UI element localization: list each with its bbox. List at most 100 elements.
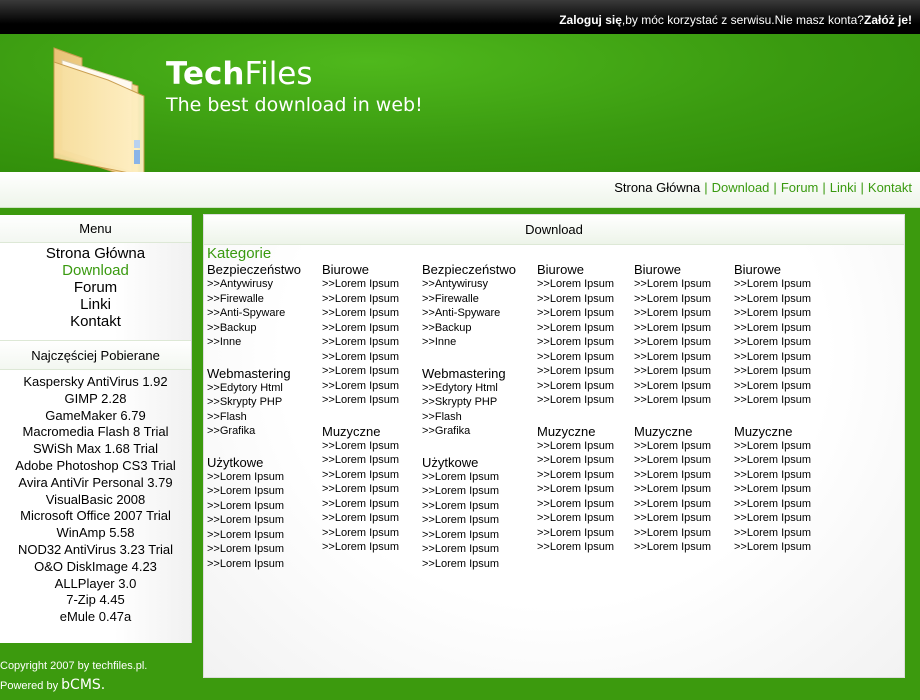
category-link[interactable]: >>Lorem Ipsum bbox=[734, 468, 811, 483]
side-menu-item-4[interactable]: Kontakt bbox=[0, 313, 191, 330]
category-link[interactable]: >>Inne bbox=[207, 335, 301, 350]
category-link[interactable]: >>Lorem Ipsum bbox=[734, 511, 811, 526]
category-link[interactable]: >>Lorem Ipsum bbox=[537, 511, 614, 526]
category-link[interactable]: >>Lorem Ipsum bbox=[207, 513, 301, 528]
nav-link-2[interactable]: Forum bbox=[781, 180, 819, 195]
category-link[interactable]: >>Lorem Ipsum bbox=[634, 453, 711, 468]
category-link[interactable]: >>Grafika bbox=[207, 424, 301, 439]
category-link[interactable]: >>Lorem Ipsum bbox=[734, 306, 811, 321]
category-link[interactable]: >>Skrypty PHP bbox=[422, 395, 516, 410]
side-menu-item-0[interactable]: Strona Główna bbox=[0, 245, 191, 262]
category-link[interactable]: >>Edytory Html bbox=[207, 381, 301, 396]
register-link[interactable]: Załóż je! bbox=[864, 13, 912, 27]
popular-item[interactable]: GameMaker 6.79 bbox=[0, 408, 191, 425]
category-link[interactable]: >>Lorem Ipsum bbox=[422, 484, 516, 499]
category-link[interactable]: >>Lorem Ipsum bbox=[537, 526, 614, 541]
category-link[interactable]: >>Lorem Ipsum bbox=[537, 379, 614, 394]
category-link[interactable]: >>Lorem Ipsum bbox=[734, 292, 811, 307]
category-link[interactable]: >>Lorem Ipsum bbox=[207, 499, 301, 514]
popular-item[interactable]: Avira AntiVir Personal 3.79 bbox=[0, 475, 191, 492]
nav-link-4[interactable]: Kontakt bbox=[868, 180, 912, 195]
category-link[interactable]: >>Lorem Ipsum bbox=[734, 439, 811, 454]
category-link[interactable]: >>Lorem Ipsum bbox=[537, 292, 614, 307]
login-link[interactable]: Zaloguj się bbox=[559, 13, 622, 27]
category-link[interactable]: >>Lorem Ipsum bbox=[322, 497, 399, 512]
category-link[interactable]: >>Lorem Ipsum bbox=[322, 511, 399, 526]
popular-item[interactable]: Microsoft Office 2007 Trial bbox=[0, 508, 191, 525]
nav-link-3[interactable]: Linki bbox=[830, 180, 857, 195]
category-link[interactable]: >>Antywirusy bbox=[207, 277, 301, 292]
category-link[interactable]: >>Antywirusy bbox=[422, 277, 516, 292]
category-link[interactable]: >>Lorem Ipsum bbox=[322, 482, 399, 497]
nav-link-0[interactable]: Strona Główna bbox=[614, 180, 700, 195]
popular-item[interactable]: VisualBasic 2008 bbox=[0, 492, 191, 509]
category-link[interactable]: >>Lorem Ipsum bbox=[207, 542, 301, 557]
popular-item[interactable]: GIMP 2.28 bbox=[0, 391, 191, 408]
category-link[interactable]: >>Skrypty PHP bbox=[207, 395, 301, 410]
category-link[interactable]: >>Lorem Ipsum bbox=[634, 292, 711, 307]
category-link[interactable]: >>Lorem Ipsum bbox=[634, 393, 711, 408]
popular-item[interactable]: eMule 0.47a bbox=[0, 609, 191, 626]
category-link[interactable]: >>Lorem Ipsum bbox=[537, 393, 614, 408]
category-link[interactable]: >>Anti-Spyware bbox=[422, 306, 516, 321]
category-link[interactable]: >>Lorem Ipsum bbox=[634, 439, 711, 454]
side-menu-item-3[interactable]: Linki bbox=[0, 296, 191, 313]
category-link[interactable]: >>Lorem Ipsum bbox=[422, 542, 516, 557]
category-link[interactable]: >>Lorem Ipsum bbox=[734, 497, 811, 512]
category-link[interactable]: >>Lorem Ipsum bbox=[322, 306, 399, 321]
category-link[interactable]: >>Lorem Ipsum bbox=[207, 484, 301, 499]
category-link[interactable]: >>Backup bbox=[422, 321, 516, 336]
popular-item[interactable]: Macromedia Flash 8 Trial bbox=[0, 424, 191, 441]
popular-item[interactable]: ALLPlayer 3.0 bbox=[0, 576, 191, 593]
category-link[interactable]: >>Lorem Ipsum bbox=[634, 364, 711, 379]
category-link[interactable]: >>Lorem Ipsum bbox=[322, 468, 399, 483]
cms-link[interactable]: bCMS. bbox=[61, 677, 105, 693]
category-link[interactable]: >>Lorem Ipsum bbox=[634, 277, 711, 292]
category-link[interactable]: >>Inne bbox=[422, 335, 516, 350]
popular-item[interactable]: Adobe Photoshop CS3 Trial bbox=[0, 458, 191, 475]
category-link[interactable]: >>Firewalle bbox=[207, 292, 301, 307]
category-link[interactable]: >>Lorem Ipsum bbox=[734, 379, 811, 394]
category-link[interactable]: >>Lorem Ipsum bbox=[322, 292, 399, 307]
category-link[interactable]: >>Lorem Ipsum bbox=[422, 499, 516, 514]
category-link[interactable]: >>Lorem Ipsum bbox=[634, 321, 711, 336]
category-link[interactable]: >>Lorem Ipsum bbox=[207, 528, 301, 543]
category-link[interactable]: >>Lorem Ipsum bbox=[207, 470, 301, 485]
category-link[interactable]: >>Lorem Ipsum bbox=[537, 335, 614, 350]
category-link[interactable]: >>Lorem Ipsum bbox=[322, 350, 399, 365]
category-link[interactable]: >>Lorem Ipsum bbox=[734, 540, 811, 555]
category-link[interactable]: >>Lorem Ipsum bbox=[537, 468, 614, 483]
category-link[interactable]: >>Lorem Ipsum bbox=[634, 497, 711, 512]
category-link[interactable]: >>Firewalle bbox=[422, 292, 516, 307]
category-link[interactable]: >>Lorem Ipsum bbox=[634, 468, 711, 483]
category-link[interactable]: >>Lorem Ipsum bbox=[634, 306, 711, 321]
category-link[interactable]: >>Lorem Ipsum bbox=[322, 335, 399, 350]
category-link[interactable]: >>Lorem Ipsum bbox=[207, 557, 301, 572]
popular-item[interactable]: SWiSh Max 1.68 Trial bbox=[0, 441, 191, 458]
category-link[interactable]: >>Lorem Ipsum bbox=[322, 277, 399, 292]
category-link[interactable]: >>Lorem Ipsum bbox=[537, 350, 614, 365]
category-link[interactable]: >>Lorem Ipsum bbox=[537, 497, 614, 512]
category-link[interactable]: >>Backup bbox=[207, 321, 301, 336]
category-link[interactable]: >>Lorem Ipsum bbox=[322, 379, 399, 394]
category-link[interactable]: >>Lorem Ipsum bbox=[322, 321, 399, 336]
category-link[interactable]: >>Lorem Ipsum bbox=[322, 439, 399, 454]
category-link[interactable]: >>Lorem Ipsum bbox=[734, 321, 811, 336]
side-menu-item-1[interactable]: Download bbox=[0, 262, 191, 279]
category-link[interactable]: >>Lorem Ipsum bbox=[422, 470, 516, 485]
category-link[interactable]: >>Lorem Ipsum bbox=[322, 364, 399, 379]
category-link[interactable]: >>Anti-Spyware bbox=[207, 306, 301, 321]
category-link[interactable]: >>Lorem Ipsum bbox=[537, 439, 614, 454]
category-link[interactable]: >>Flash bbox=[422, 410, 516, 425]
side-menu-item-2[interactable]: Forum bbox=[0, 279, 191, 296]
category-link[interactable]: >>Lorem Ipsum bbox=[734, 393, 811, 408]
category-link[interactable]: >>Lorem Ipsum bbox=[537, 482, 614, 497]
category-link[interactable]: >>Edytory Html bbox=[422, 381, 516, 396]
category-link[interactable]: >>Flash bbox=[207, 410, 301, 425]
category-link[interactable]: >>Lorem Ipsum bbox=[537, 321, 614, 336]
popular-item[interactable]: O&O DiskImage 4.23 bbox=[0, 559, 191, 576]
category-link[interactable]: >>Lorem Ipsum bbox=[422, 528, 516, 543]
category-link[interactable]: >>Lorem Ipsum bbox=[734, 526, 811, 541]
popular-item[interactable]: 7-Zip 4.45 bbox=[0, 592, 191, 609]
category-link[interactable]: >>Lorem Ipsum bbox=[537, 453, 614, 468]
